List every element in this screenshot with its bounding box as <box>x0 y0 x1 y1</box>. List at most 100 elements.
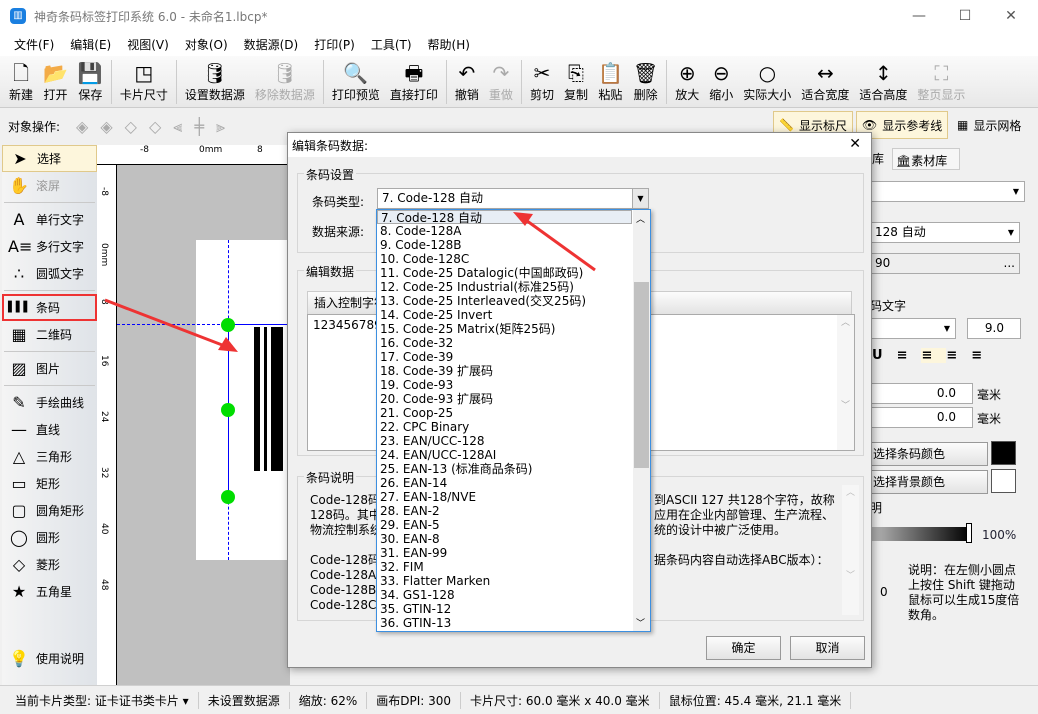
layer-bottom-icon[interactable]: ◇ <box>149 117 161 136</box>
tool-rounded-rect[interactable]: ▢ 圆角矩形 <box>2 497 97 524</box>
tool-arc-text[interactable]: ∴ 圆弧文字 <box>2 260 97 287</box>
menu-item[interactable]: 文件(F) <box>6 36 62 53</box>
dropdown-option[interactable]: 21. Coop-25 <box>377 406 632 420</box>
opacity-slider-handle[interactable] <box>966 523 972 543</box>
tool-diamond[interactable]: ◇ 菱形 <box>2 551 97 578</box>
dropdown-option[interactable]: 22. CPC Binary <box>377 420 632 434</box>
maximize-button[interactable]: ☐ <box>942 0 988 32</box>
layer-up-icon[interactable]: ◈ <box>76 117 88 136</box>
menu-item[interactable]: 数据源(D) <box>236 36 307 53</box>
dropdown-option[interactable]: 30. EAN-8 <box>377 532 632 546</box>
toolbar-button-fit-page[interactable]: ⛶ 整页显示 <box>912 56 970 106</box>
align-left-icon[interactable]: ⫷ <box>173 117 182 137</box>
rotate-handle[interactable] <box>221 403 235 417</box>
dropdown-option[interactable]: 26. EAN-14 <box>377 476 632 490</box>
align-center-icon[interactable]: ≡ <box>921 348 947 363</box>
barcode-color-button[interactable]: 选择条码颜色 <box>870 442 988 466</box>
align-right-icon[interactable]: ≡ <box>946 348 971 363</box>
toolbar-button-zoom-in[interactable]: ⊕ 放大 <box>670 56 704 106</box>
tool-image[interactable]: ▨ 图片 <box>2 355 97 382</box>
menu-item[interactable]: 编辑(E) <box>62 36 119 53</box>
dropdown-option[interactable]: 19. Code-93 <box>377 378 632 392</box>
text-font-combo[interactable]: ▼ <box>870 318 956 339</box>
toolbar-button-fit-height[interactable]: ↕ 适合高度 <box>854 56 912 106</box>
toolbar-button-trash[interactable]: 🗑 删除 <box>628 56 663 106</box>
dropdown-scrollbar[interactable]: ︿ ﹀ <box>633 210 650 631</box>
dropdown-option[interactable]: 24. EAN/UCC-128AI <box>377 448 632 462</box>
layer-down-icon[interactable]: ◇ <box>125 117 137 136</box>
dropdown-option[interactable]: 27. EAN-18/NVE <box>377 490 632 504</box>
layer-top-icon[interactable]: ◈ <box>100 117 112 136</box>
textarea-scrollbar[interactable]: ︿ ﹀ <box>837 315 854 450</box>
scroll-down-icon[interactable]: ﹀ <box>636 616 645 629</box>
barcode-data-field[interactable]: 90... <box>870 253 1020 274</box>
offset-y-spinner[interactable]: 0.0 <box>870 407 973 428</box>
description-scrollbar[interactable]: ︿ ﹀ <box>842 485 859 615</box>
dropdown-option[interactable]: 16. Code-32 <box>377 336 632 350</box>
chevron-down-icon[interactable]: ▼ <box>632 189 648 208</box>
tool-qrcode[interactable]: ▦ 二维码 <box>2 321 97 348</box>
minimize-button[interactable]: — <box>896 0 942 32</box>
toolbar-button-zoom-out[interactable]: ⊖ 缩小 <box>704 56 738 106</box>
toolbar-button-undo[interactable]: ↶ 撤销 <box>450 56 484 106</box>
dropdown-option[interactable]: 14. Code-25 Invert <box>377 308 632 322</box>
align-left-icon[interactable]: ≡ <box>897 348 922 363</box>
menu-item[interactable]: 视图(V) <box>119 36 177 53</box>
toolbar-button-card-size[interactable]: ◳ 卡片尺寸 <box>115 56 173 106</box>
dropdown-option[interactable]: 36. GTIN-13 <box>377 616 632 630</box>
align-right-icon[interactable]: ⫸ <box>216 117 225 137</box>
card-type-selector[interactable]: 当前卡片类型: 证卡证书类卡片 ▾ <box>6 691 199 709</box>
dropdown-option[interactable]: 25. EAN-13 (标准商品条码) <box>377 462 632 476</box>
barcode-color-swatch[interactable] <box>991 441 1016 465</box>
tool-star[interactable]: ★ 五角星 <box>2 578 97 605</box>
dropdown-option[interactable]: 13. Code-25 Interleaved(交叉25码) <box>377 294 632 308</box>
resize-handle[interactable] <box>221 490 235 504</box>
dropdown-option[interactable]: 31. EAN-99 <box>377 546 632 560</box>
more-button[interactable]: ... <box>1004 254 1015 273</box>
dropdown-option[interactable]: 34. GS1-128 <box>377 588 632 602</box>
tool-triangle[interactable]: △ 三角形 <box>2 443 97 470</box>
barcode-type-combo[interactable]: 128 自动 ▼ <box>870 222 1020 243</box>
dropdown-option[interactable]: 15. Code-25 Matrix(矩阵25码) <box>377 322 632 336</box>
dialog-close-icon[interactable]: ✕ <box>849 136 861 152</box>
tool-line[interactable]: — 直线 <box>2 416 97 443</box>
tool-single-text[interactable]: A 单行文字 <box>2 206 97 233</box>
offset-x-spinner[interactable]: 0.0 <box>870 383 973 404</box>
close-button[interactable]: ✕ <box>988 0 1034 32</box>
toolbar-button-database[interactable]: 🛢 设置数据源 <box>180 56 250 106</box>
tool-bulb[interactable]: 💡 使用说明 <box>2 645 97 672</box>
menu-item[interactable]: 打印(P) <box>306 36 363 53</box>
tool-hand[interactable]: ✋ 滚屏 <box>2 172 97 199</box>
justify-icon[interactable]: ≡ <box>971 348 996 363</box>
cancel-button[interactable]: 取消 <box>790 636 865 660</box>
opacity-slider[interactable] <box>870 527 970 541</box>
align-center-icon[interactable]: ╪ <box>194 117 204 136</box>
dropdown-option[interactable]: 20. Code-93 扩展码 <box>377 392 632 406</box>
tool-rectangle[interactable]: ▭ 矩形 <box>2 470 97 497</box>
dropdown-scroll-thumb[interactable] <box>634 282 649 468</box>
menu-item[interactable]: 帮助(H) <box>420 36 478 53</box>
dropdown-option[interactable]: 17. Code-39 <box>377 350 632 364</box>
toolbar-button-cut[interactable]: ✂ 剪切 <box>525 56 559 106</box>
dropdown-option[interactable]: 18. Code-39 扩展码 <box>377 364 632 378</box>
underline-icon[interactable]: U <box>872 348 897 363</box>
toolbar-button-remove-database[interactable]: 🛢 移除数据源 <box>250 56 320 106</box>
dropdown-option[interactable]: 28. EAN-2 <box>377 504 632 518</box>
tool-barcode[interactable]: ▌▌▌ 条码 <box>2 294 97 321</box>
dropdown-option[interactable]: 29. EAN-5 <box>377 518 632 532</box>
font-combo[interactable]: ▼ <box>870 181 1025 202</box>
toolbar-button-print-preview[interactable]: 🔍 打印预览 <box>327 56 385 106</box>
label-card[interactable] <box>117 240 290 560</box>
toolbar-button-printer[interactable]: 🖶 直接打印 <box>385 56 443 106</box>
toolbar-button-new-file[interactable]: 🗋 新建 <box>4 56 38 106</box>
tab-materials[interactable]: 🏛素材库 <box>892 148 960 170</box>
toolbar-button-open[interactable]: 📂 打开 <box>38 56 73 106</box>
toolbar-button-fit-width[interactable]: ↔ 适合宽度 <box>796 56 854 106</box>
dropdown-option[interactable]: 32. FIM <box>377 560 632 574</box>
menu-item[interactable]: 对象(O) <box>177 36 236 53</box>
dropdown-option[interactable]: 35. GTIN-12 <box>377 602 632 616</box>
scroll-up-icon[interactable]: ︿ <box>636 212 645 225</box>
font-size-spinner[interactable]: 9.0 <box>967 318 1021 339</box>
dropdown-option[interactable]: 12. Code-25 Industrial(标准25码) <box>377 280 632 294</box>
bg-color-button[interactable]: 选择背景颜色 <box>870 470 988 494</box>
